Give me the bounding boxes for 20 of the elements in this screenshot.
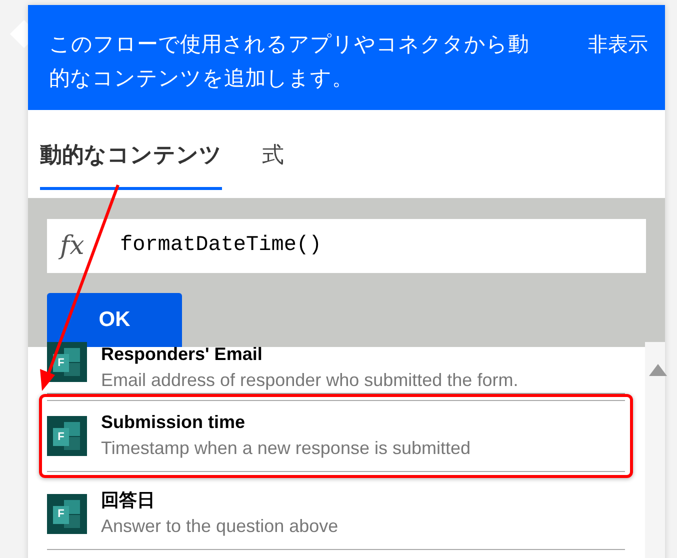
scroll-up-icon[interactable] (649, 362, 667, 376)
expression-field[interactable]: fx formatDateTime() (47, 219, 646, 273)
forms-app-icon: F (47, 494, 87, 534)
item-description: Email address of responder who submitted the form. (101, 369, 518, 392)
function-symbol: fx (60, 230, 86, 263)
content-item[interactable]: F Submission time Timestamp when a new response is submitted (47, 400, 625, 472)
item-description: Answer to the question above (101, 514, 338, 538)
tab[interactable]: 式 (262, 110, 284, 190)
content-item[interactable]: F Responders' Email Email address of responder who submitted the form. (47, 342, 625, 394)
forms-app-icon: F (47, 342, 87, 382)
ok-button[interactable]: OK (47, 293, 182, 347)
forms-app-icon: F (47, 416, 87, 456)
item-description: Timestamp when a new response is submitted (101, 437, 471, 460)
expression-input[interactable]: formatDateTime() (120, 230, 646, 262)
item-title: Submission time (101, 411, 246, 434)
content-item[interactable]: F 回答日 Answer to the question above (47, 478, 625, 550)
item-title: 回答日 (101, 488, 156, 512)
tab[interactable]: 動的なコンテンツ (40, 110, 222, 190)
header-description: このフローで使用されるアプリやコネクタから動的なコンテンツを追加します。 (49, 32, 530, 92)
hide-link[interactable]: 非表示 (588, 28, 648, 110)
